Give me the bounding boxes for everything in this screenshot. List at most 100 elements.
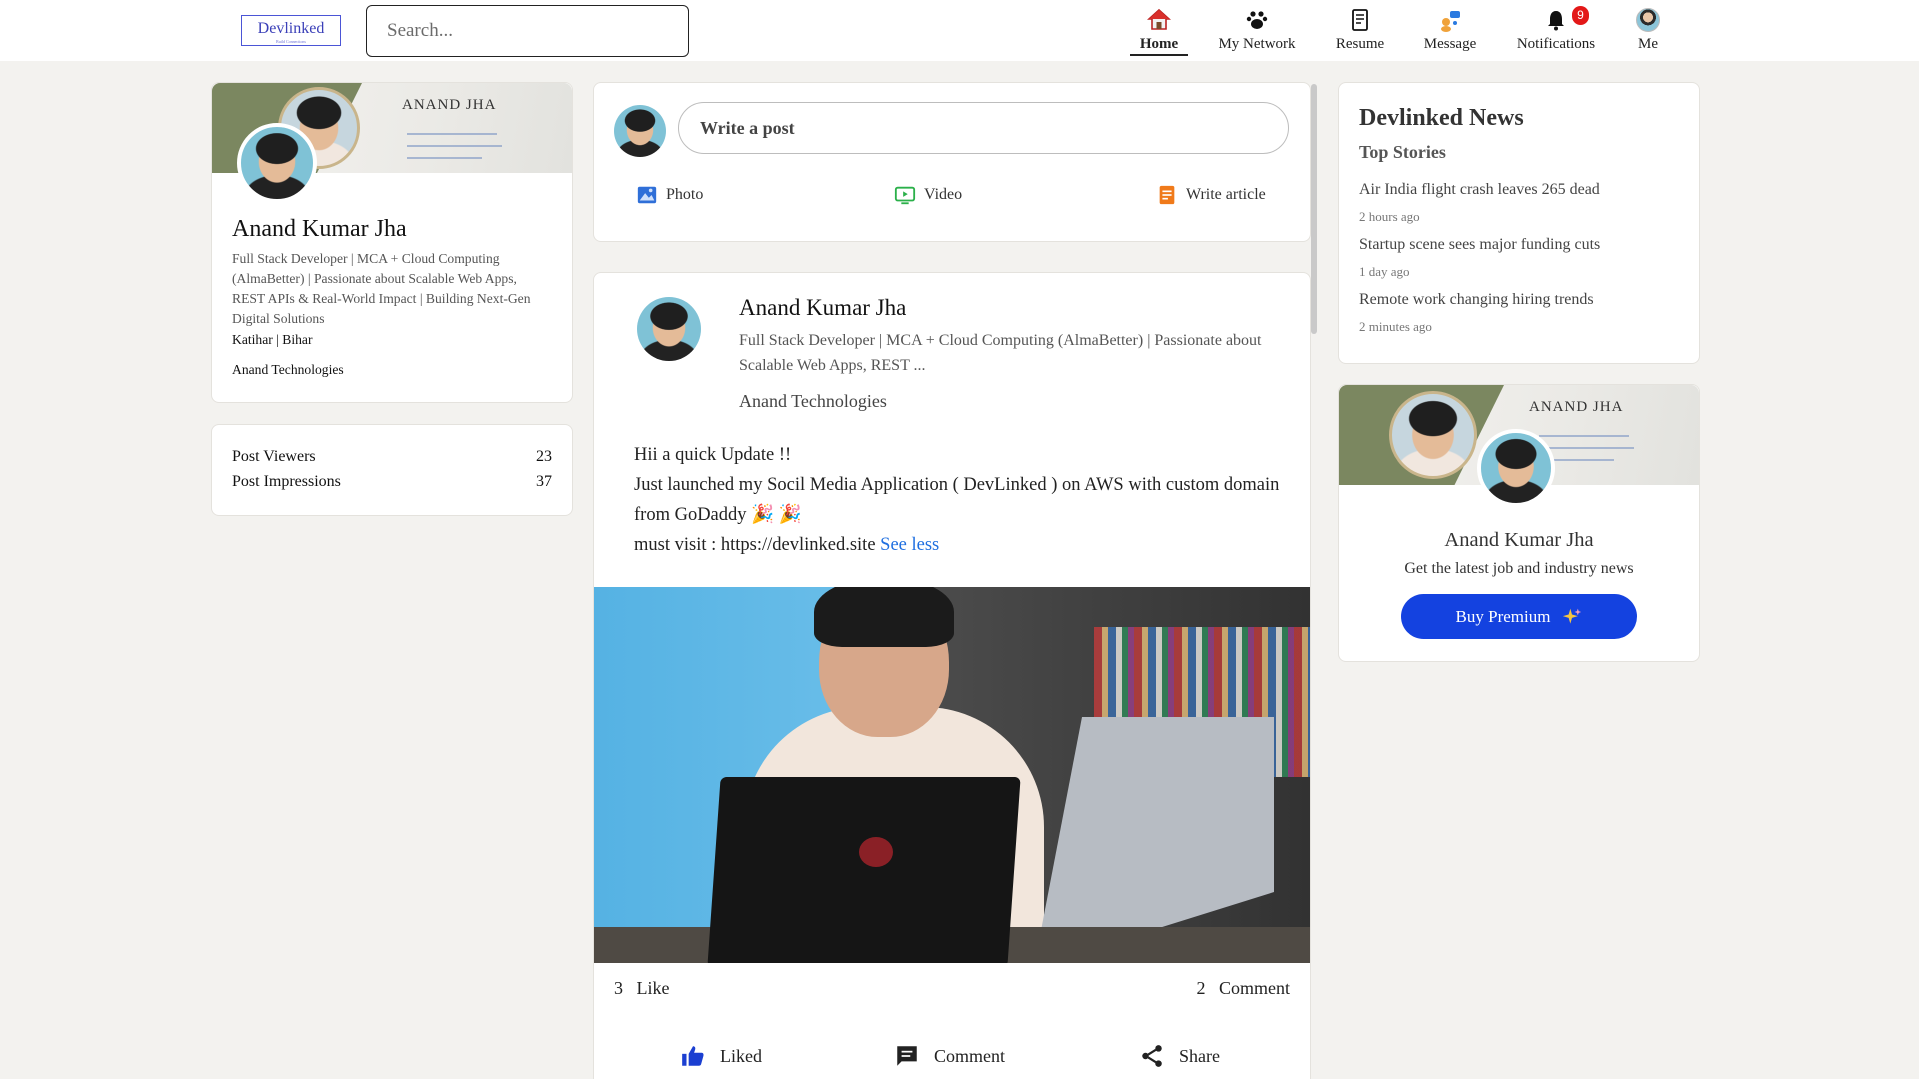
cover-detail-line (407, 157, 482, 159)
comment-count-label: Comment (1219, 978, 1290, 998)
premium-name: Anand Kumar Jha (1444, 529, 1594, 551)
cover-photo (1389, 391, 1477, 479)
network-icon (1212, 8, 1302, 36)
like-button[interactable]: Liked (680, 1043, 762, 1069)
cover-detail-line (407, 133, 497, 135)
buy-premium-label: Buy Premium (1455, 606, 1551, 626)
see-less-link[interactable]: See less (880, 535, 939, 555)
comment-icon (897, 1046, 917, 1066)
nav-label-message: Message (1423, 36, 1477, 52)
brand-logo[interactable]: Devlinked Build Connections (241, 15, 341, 46)
post-body-line: Hii a quick Update !! (634, 445, 792, 465)
share-button-label: Share (1179, 1045, 1220, 1066)
news-headline: Air India flight crash leaves 265 dead (1359, 181, 1600, 198)
video-button[interactable]: Video (894, 184, 962, 206)
news-headline: Remote work changing hiring trends (1359, 291, 1594, 308)
cover-detail-line (1539, 447, 1634, 449)
post-author-company: Anand Technologies (739, 391, 887, 411)
like-count-label: Like (636, 978, 670, 998)
post-author-avatar[interactable] (637, 297, 701, 361)
brand-tagline: Build Connections (276, 39, 306, 44)
comment-count-value: 2 (1196, 978, 1206, 998)
news-subtitle: Top Stories (1359, 142, 1446, 162)
cover-detail-line (1539, 435, 1629, 437)
composer-avatar (614, 105, 666, 157)
like-button-label: Liked (720, 1045, 762, 1066)
news-time: 2 hours ago (1359, 209, 1420, 224)
profile-name[interactable]: Anand Kumar Jha (232, 216, 407, 243)
notification-badge: 9 (1572, 6, 1589, 25)
news-time: 2 minutes ago (1359, 319, 1432, 334)
news-item[interactable]: Startup scene sees major funding cuts 1 … (1359, 236, 1600, 280)
top-navbar: Devlinked Build Connections Home My Netw… (0, 0, 1919, 61)
buy-premium-button[interactable]: Buy Premium (1401, 594, 1637, 639)
photo-laptop-black (707, 777, 1021, 963)
stats-card: Post Viewers 23 Post Impressions 37 (211, 424, 573, 516)
comment-count[interactable]: 2 Comment (1197, 978, 1291, 999)
news-item[interactable]: Remote work changing hiring trends 2 min… (1359, 291, 1594, 335)
photo-person-hair (814, 587, 954, 647)
post-body-last-line: must visit : https://devlinked.site See … (634, 530, 1284, 560)
message-icon (1419, 8, 1481, 36)
profile-location: Katihar | Bihar (232, 332, 313, 347)
premium-card: ANAND JHA Anand Kumar Jha Get the latest… (1338, 384, 1700, 662)
nav-label-resume: Resume (1335, 36, 1385, 52)
cover-detail-line (407, 145, 502, 147)
profile-headline: Full Stack Developer | MCA + Cloud Compu… (232, 251, 531, 326)
write-article-button[interactable]: Write article (1156, 184, 1266, 206)
resume-icon (1330, 8, 1390, 36)
post-card: Anand Kumar Jha Full Stack Developer | M… (593, 272, 1311, 1079)
premium-avatar (1477, 429, 1555, 507)
write-post-input[interactable]: Write a post (678, 102, 1289, 154)
nav-label-home: Home (1130, 36, 1188, 56)
stat-row-post-impressions[interactable]: Post Impressions 37 (232, 473, 552, 491)
stat-label: Post Impressions (232, 473, 341, 490)
nav-home[interactable]: Home (1130, 6, 1188, 56)
video-label: Video (924, 186, 963, 203)
profile-company: Anand Technologies (232, 362, 344, 377)
nav-label-my-network: My Network (1218, 36, 1296, 52)
nav-my-network[interactable]: My Network (1212, 6, 1302, 56)
article-icon (1159, 185, 1175, 205)
like-count[interactable]: 3 Like (614, 978, 670, 999)
post-body-line: must visit : https://devlinked.site (634, 535, 876, 555)
comment-button-label: Comment (934, 1045, 1005, 1066)
share-icon (1142, 1045, 1162, 1067)
nav-label-notifications: Notifications (1516, 36, 1596, 52)
news-card: Devlinked News Top Stories Air India fli… (1338, 82, 1700, 364)
premium-subtitle: Get the latest job and industry news (1404, 560, 1634, 577)
comment-button[interactable]: Comment (894, 1043, 1005, 1069)
stat-value: 37 (536, 473, 552, 490)
nav-label-me: Me (1638, 36, 1658, 52)
news-headline: Startup scene sees major funding cuts (1359, 236, 1601, 253)
photo-label: Photo (666, 186, 704, 203)
brand-name: Devlinked (257, 20, 325, 37)
photo-button[interactable]: Photo (636, 184, 703, 206)
search-input[interactable] (366, 5, 689, 57)
post-image[interactable] (594, 587, 1310, 963)
nav-me[interactable]: Me (1628, 6, 1668, 56)
create-post-card: Write a post Photo Video Write article (593, 82, 1311, 242)
stat-value: 23 (536, 448, 552, 465)
profile-card: ANAND JHA Anand Kumar Jha Full Stack Dev… (211, 82, 573, 403)
avatar (1636, 8, 1660, 32)
nav-message[interactable]: Message (1419, 6, 1481, 56)
post-author-name[interactable]: Anand Kumar Jha (739, 295, 906, 321)
thumbs-up-icon (682, 1046, 704, 1066)
nav-resume[interactable]: Resume (1330, 6, 1390, 56)
news-title: Devlinked News (1359, 105, 1524, 131)
nav-me-icon-wrap (1628, 8, 1668, 36)
nav-notifications[interactable]: 9 Notifications (1510, 6, 1602, 56)
cover-name: ANAND JHA (1529, 399, 1624, 415)
profile-avatar[interactable] (237, 123, 317, 203)
feed-scrollbar[interactable] (1311, 84, 1317, 334)
photo-icon (637, 186, 657, 204)
news-time: 1 day ago (1359, 264, 1410, 279)
sparkles-icon (1563, 608, 1582, 624)
home-icon (1130, 8, 1188, 36)
stat-row-post-viewers[interactable]: Post Viewers 23 (232, 448, 552, 466)
stat-label: Post Viewers (232, 448, 316, 465)
video-icon (894, 186, 916, 205)
news-item[interactable]: Air India flight crash leaves 265 dead 2… (1359, 181, 1600, 225)
share-button[interactable]: Share (1139, 1043, 1220, 1069)
